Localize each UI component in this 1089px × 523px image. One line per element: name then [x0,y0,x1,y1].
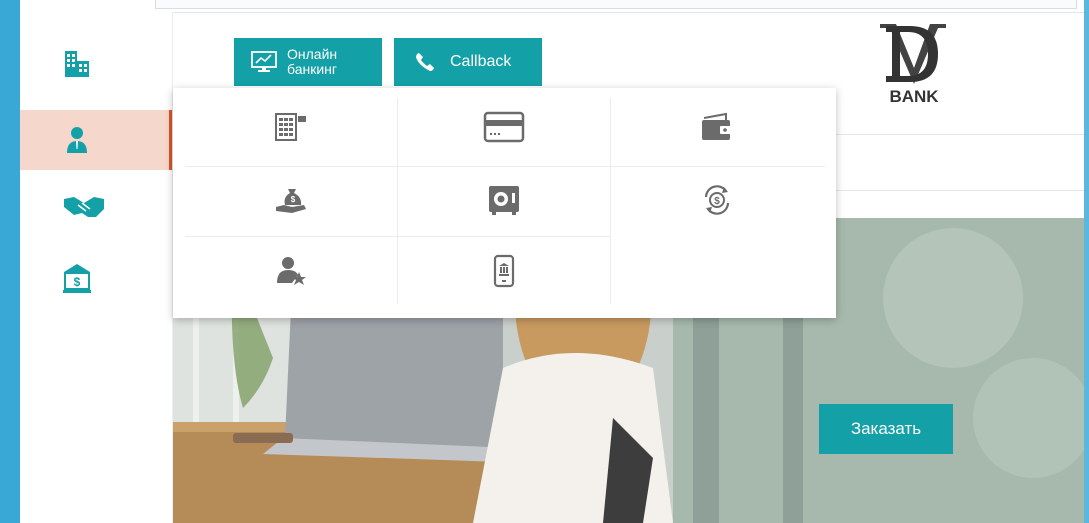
person-icon [67,127,87,153]
services-dropdown: $ $ [173,88,836,318]
service-exchange[interactable]: $ [611,166,823,234]
money-bag-hand-icon: $ [276,189,306,213]
service-safe[interactable] [398,166,610,234]
callback-label: Callback [450,53,512,70]
sidebar-item-institutional[interactable]: $ [20,248,172,308]
service-calculator[interactable] [185,93,397,161]
sidebar-item-business[interactable] [20,34,172,94]
calculator-icon [275,113,306,141]
svg-text:$: $ [74,275,81,289]
service-deposits[interactable]: $ [185,166,397,234]
sidebar-item-partners[interactable] [20,177,172,237]
wallet-icon [702,112,732,140]
main-content: Онлайн банкинг Callback BANK Заказать $ … [173,12,1084,523]
svg-text:$: $ [291,195,296,204]
dv-monogram-icon [880,24,946,84]
mobile-bank-icon [493,254,515,288]
online-banking-label: Онлайн банкинг [287,46,338,77]
bank-logo[interactable]: BANK [879,22,949,112]
sidebar: $ [20,12,173,523]
handshake-icon [64,197,104,217]
monitor-chart-icon [251,51,277,72]
service-cards[interactable] [398,93,610,161]
phone-icon [416,53,434,71]
top-search-strip [155,0,1077,9]
header-divider [833,134,1084,135]
bank-icon: $ [63,264,91,293]
nav-divider [833,190,1084,191]
service-mobile-bank[interactable] [398,237,610,305]
order-button[interactable]: Заказать [819,404,953,454]
callback-button[interactable]: Callback [394,38,542,86]
safe-icon [489,186,519,215]
service-premium[interactable] [185,237,397,305]
person-star-icon [277,257,306,285]
sidebar-item-personal[interactable] [20,110,172,170]
logo-bank-text: BANK [889,87,939,106]
service-wallet[interactable] [611,93,823,161]
svg-text:$: $ [714,196,720,207]
currency-exchange-icon: $ [704,185,730,215]
browser-viewport: $ Онлайн банкинг Callback BANK Заказать … [20,0,1084,523]
credit-card-icon [483,111,525,143]
online-banking-button[interactable]: Онлайн банкинг [234,38,382,86]
building-icon [65,51,89,77]
